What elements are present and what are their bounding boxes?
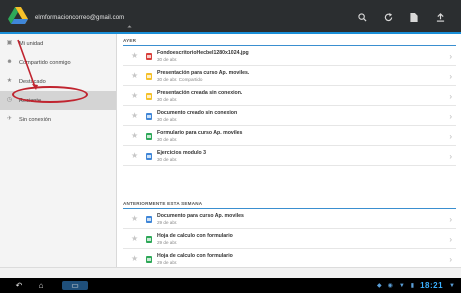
file-title: Documento creado sin conexion bbox=[157, 110, 238, 116]
presentation-file-icon bbox=[146, 72, 152, 80]
file-row[interactable]: ★ Hoja de calculo con formulario 29 de a… bbox=[123, 250, 456, 267]
toolbar-actions bbox=[349, 9, 453, 25]
clock: 18:21 bbox=[420, 281, 444, 290]
search-icon[interactable] bbox=[349, 9, 375, 25]
navigation-drawer: ▣ Mi unidad ☻ Compartido conmigo ★ Desta… bbox=[0, 34, 117, 267]
chevron-right-icon[interactable]: › bbox=[449, 52, 452, 61]
refresh-icon[interactable] bbox=[375, 9, 401, 25]
file-subtitle: 30 de abr. Compartido bbox=[157, 77, 203, 82]
chevron-right-icon[interactable]: › bbox=[449, 72, 452, 81]
action-bar: elmformacioncorreo@gmail.com bbox=[0, 0, 461, 34]
recent-apps-icon[interactable]: ▭ bbox=[62, 281, 88, 290]
battery-icon: ▮ bbox=[410, 283, 415, 289]
account-dropdown-icon bbox=[127, 25, 132, 30]
form-file-icon bbox=[146, 132, 152, 140]
star-outline-icon[interactable]: ★ bbox=[131, 72, 141, 80]
nav-item-sin-conexion[interactable]: ✈ Sin conexión bbox=[0, 110, 116, 129]
file-row[interactable]: ★ Documento para curso Ap. moviles 29 de… bbox=[123, 210, 456, 229]
nav-item-label: Mi unidad bbox=[19, 40, 44, 47]
file-title: Formulario para curso Ap. moviles bbox=[157, 130, 243, 136]
nav-item-label: Reciente bbox=[19, 97, 42, 104]
chevron-right-icon[interactable]: › bbox=[449, 255, 452, 264]
document-icon[interactable] bbox=[401, 9, 427, 25]
file-subtitle: 29 de abr. bbox=[157, 240, 178, 245]
download-icon: ▼ bbox=[398, 282, 405, 289]
file-title: Documento para curso Ap. moviles bbox=[157, 213, 244, 219]
star-outline-icon[interactable]: ★ bbox=[131, 235, 141, 243]
chevron-right-icon[interactable]: › bbox=[449, 152, 452, 161]
people-icon: ☻ bbox=[6, 59, 13, 65]
file-subtitle: 30 de abr. bbox=[157, 117, 178, 122]
account-email: elmformacioncorreo@gmail.com bbox=[35, 15, 125, 21]
drive-icon: ▣ bbox=[6, 40, 13, 46]
section-header: ANTERIORMENTE ESTA SEMANA bbox=[123, 201, 203, 206]
star-outline-icon[interactable]: ★ bbox=[131, 255, 141, 263]
file-row[interactable]: ★ Hoja de calculo con formulario 29 de a… bbox=[123, 230, 456, 249]
file-subtitle: 30 de abr. bbox=[157, 157, 178, 162]
file-row[interactable]: ★ Ejercicios modulo 3 30 de abr. › bbox=[123, 147, 456, 166]
star-outline-icon[interactable]: ★ bbox=[131, 112, 141, 120]
file-title: Ejercicios modulo 3 bbox=[157, 150, 207, 156]
document-file-icon bbox=[146, 152, 152, 160]
file-title: Presentación creada sin conexion. bbox=[157, 90, 243, 96]
file-row[interactable]: ★ Presentación creada sin conexion. 30 d… bbox=[123, 87, 456, 106]
file-subtitle: 30 de abr. bbox=[157, 97, 178, 102]
file-row[interactable]: ★ Presentación para curso Ap. moviles. 3… bbox=[123, 67, 456, 86]
chevron-right-icon[interactable]: › bbox=[449, 132, 452, 141]
chevron-right-icon[interactable]: › bbox=[449, 235, 452, 244]
list-bottom-strip bbox=[0, 267, 461, 278]
file-title: Hoja de calculo con formulario bbox=[157, 253, 233, 259]
nav-item-compartido-conmigo[interactable]: ☻ Compartido conmigo bbox=[0, 53, 116, 72]
document-file-icon bbox=[146, 215, 152, 223]
section-divider bbox=[123, 45, 456, 46]
image-file-icon bbox=[146, 52, 152, 60]
presentation-file-icon bbox=[146, 92, 152, 100]
chevron-right-icon[interactable]: › bbox=[449, 215, 452, 224]
nav-item-label: Destacado bbox=[19, 78, 46, 85]
file-subtitle: 29 de abr. bbox=[157, 220, 178, 225]
chevron-right-icon[interactable]: › bbox=[449, 112, 452, 121]
account-switcher[interactable]: elmformacioncorreo@gmail.com bbox=[35, 0, 132, 32]
section-divider bbox=[123, 208, 456, 209]
section-header: AYER bbox=[123, 38, 137, 43]
document-file-icon bbox=[146, 112, 152, 120]
wifi-icon: ▼ bbox=[449, 282, 455, 289]
star-outline-icon[interactable]: ★ bbox=[131, 132, 141, 140]
file-row[interactable]: ★ Documento creado sin conexion 30 de ab… bbox=[123, 107, 456, 126]
file-subtitle: 30 de abr. bbox=[157, 57, 178, 62]
pin-icon: ✈ bbox=[6, 116, 13, 122]
star-icon: ★ bbox=[6, 78, 13, 84]
nav-item-reciente[interactable]: ◷ Reciente bbox=[0, 91, 116, 110]
notification-icon: ◆ bbox=[376, 283, 382, 289]
clock-icon: ◷ bbox=[6, 97, 13, 103]
nav-item-destacado[interactable]: ★ Destacado bbox=[0, 72, 116, 91]
system-navigation-bar: ↶ ⌂ ▭ ◆ ◉ ▼ ▮ 18:21 ▼ bbox=[0, 278, 461, 293]
nav-item-label: Sin conexión bbox=[19, 116, 52, 123]
spreadsheet-file-icon bbox=[146, 255, 152, 263]
file-title: FondoescritorioHecbel1280x1024.jpg bbox=[157, 50, 249, 56]
file-subtitle: 30 de abr. bbox=[157, 137, 178, 142]
status-area: ◆ ◉ ▼ ▮ 18:21 ▼ bbox=[377, 281, 455, 290]
file-list: AYER ★ FondoescritorioHecbel1280x1024.jp… bbox=[118, 34, 461, 267]
file-row[interactable]: ★ Formulario para curso Ap. moviles 30 d… bbox=[123, 127, 456, 146]
file-row[interactable]: ★ FondoescritorioHecbel1280x1024.jpg 30 … bbox=[123, 47, 456, 66]
file-title: Hoja de calculo con formulario bbox=[157, 233, 233, 239]
file-subtitle: 29 de abr. bbox=[157, 260, 178, 265]
spreadsheet-file-icon bbox=[146, 235, 152, 243]
star-outline-icon[interactable]: ★ bbox=[131, 152, 141, 160]
star-outline-icon[interactable]: ★ bbox=[131, 215, 141, 223]
star-outline-icon[interactable]: ★ bbox=[131, 92, 141, 100]
nav-item-mi-unidad[interactable]: ▣ Mi unidad bbox=[0, 34, 116, 53]
back-icon[interactable]: ↶ bbox=[8, 281, 30, 290]
star-outline-icon[interactable]: ★ bbox=[131, 52, 141, 60]
home-icon[interactable]: ⌂ bbox=[30, 281, 52, 290]
chevron-right-icon[interactable]: › bbox=[449, 92, 452, 101]
usb-icon: ◉ bbox=[387, 283, 393, 289]
upload-icon[interactable] bbox=[427, 9, 453, 25]
nav-item-label: Compartido conmigo bbox=[19, 59, 71, 66]
drive-logo-icon[interactable] bbox=[7, 5, 29, 27]
file-title: Presentación para curso Ap. moviles. bbox=[157, 70, 250, 76]
